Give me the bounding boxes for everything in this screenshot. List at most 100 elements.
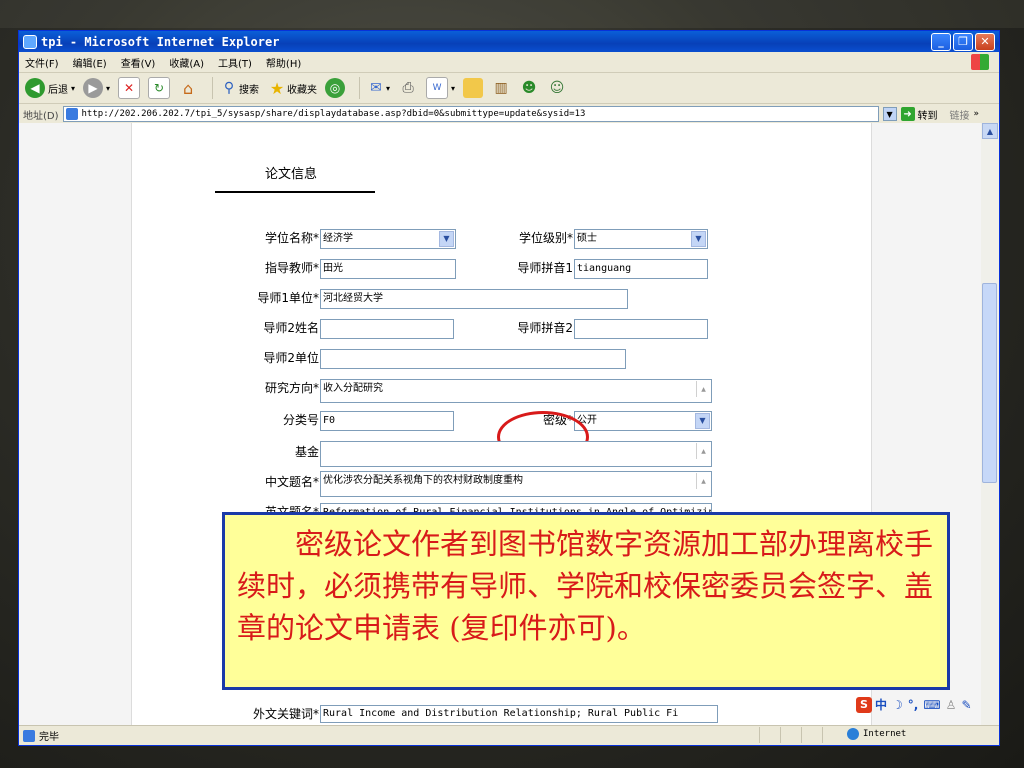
media-button[interactable]: ◎ <box>325 78 346 98</box>
close-button[interactable]: ✕ <box>975 32 995 51</box>
contacts-button[interactable]: ☺ <box>547 78 567 98</box>
status-cell <box>780 727 801 743</box>
page-icon <box>65 108 78 120</box>
links-button[interactable]: 链接 <box>950 107 970 122</box>
sogou-s-icon[interactable]: S <box>856 696 872 713</box>
contacts-icon: ☺ <box>549 80 565 96</box>
status-cell <box>759 727 780 743</box>
chevron-down-icon[interactable]: ▼ <box>695 413 710 429</box>
menu-help[interactable]: 帮助(H) <box>266 55 301 70</box>
ime-lang-toggle[interactable]: 中 <box>875 696 887 713</box>
menu-tools[interactable]: 工具(T) <box>218 55 252 70</box>
vertical-scrollbar[interactable]: ▲ <box>981 123 999 726</box>
go-button[interactable]: ➜ 转到 <box>900 107 938 122</box>
title-underline <box>215 191 375 193</box>
cn-title-label: 中文题名* <box>264 475 319 489</box>
textarea-scrollbar[interactable]: ▲▼ <box>696 443 710 459</box>
menu-favorites[interactable]: 收藏(A) <box>169 55 204 70</box>
status-bar: 完毕 Internet <box>19 725 999 745</box>
toolbar-separator <box>212 77 214 99</box>
class-label: 分类号 <box>282 413 319 427</box>
moon-icon[interactable]: ☽ <box>892 698 903 712</box>
edit-button[interactable]: W ▾ <box>426 77 455 99</box>
degree-name-select[interactable]: 经济学 ▼ <box>320 229 456 249</box>
minimize-button[interactable]: _ <box>931 32 951 51</box>
research-label: 研究方向* <box>264 381 319 395</box>
degree-level-select[interactable]: 硕士 ▼ <box>574 229 708 249</box>
advisor1-unit-input[interactable]: 河北经贸大学 <box>320 289 628 309</box>
advisor2-name-label: 导师2姓名 <box>263 321 319 335</box>
back-button[interactable]: ◀ 后退 ▾ <box>25 78 75 98</box>
research-button[interactable]: ▥ <box>491 78 511 98</box>
mail-button[interactable]: ✉ ▾ <box>366 78 390 98</box>
textarea-scrollbar[interactable]: ▲▼ <box>696 381 710 397</box>
textarea-scrollbar[interactable]: ▲▼ <box>696 473 710 489</box>
advisor-pinyin1-label: 导师拼音1 <box>517 261 573 275</box>
advisor2-name-input[interactable] <box>320 319 454 339</box>
toolbar-separator <box>359 77 361 99</box>
title-bar: tpi - Microsoft Internet Explorer _ ❐ ✕ <box>19 31 999 52</box>
refresh-button[interactable]: ↻ <box>148 77 171 99</box>
address-input[interactable]: http://202.206.202.7/tpi_5/sysasp/share/… <box>62 106 879 122</box>
address-dropdown-icon[interactable]: ▼ <box>882 107 897 121</box>
status-cells <box>759 727 843 744</box>
address-label: 地址(D) <box>23 110 59 122</box>
search-icon: ⚲ <box>223 80 235 96</box>
secret-level-select[interactable]: 公开 ▼ <box>574 411 712 431</box>
status-text: 完毕 <box>39 732 59 743</box>
cn-title-textarea[interactable]: 优化涉农分配关系视角下的农村财政制度重构 ▲▼ <box>320 471 712 497</box>
research-textarea[interactable]: 收入分配研究 ▲▼ <box>320 379 712 403</box>
ime-toolbar: S 中 ☽ °, ⌨ ♙ ✎ <box>856 696 977 713</box>
left-margin <box>19 123 132 726</box>
class-input[interactable]: F0 <box>320 411 454 431</box>
chevron-down-icon[interactable]: ▼ <box>439 231 454 247</box>
page-done-icon <box>23 729 35 742</box>
go-label: 转到 <box>917 110 938 122</box>
keyboard-icon[interactable]: ⌨ <box>923 698 940 712</box>
punctuation-icon[interactable]: °, <box>908 698 919 712</box>
chevron-down-icon[interactable]: ▼ <box>691 231 706 247</box>
search-button[interactable]: ⚲ 搜索 <box>219 78 259 98</box>
menu-edit[interactable]: 编辑(E) <box>73 55 107 70</box>
folder-button[interactable] <box>463 78 484 98</box>
scroll-up-icon[interactable]: ▲ <box>982 123 998 139</box>
forward-dropdown-icon[interactable]: ▾ <box>106 84 110 93</box>
en-keywords-input[interactable]: Rural Income and Distribution Relationsh… <box>320 705 718 723</box>
media-icon: ◎ <box>325 78 346 98</box>
status-cell <box>801 727 822 743</box>
messenger-icon: ☻ <box>521 80 537 96</box>
fund-textarea[interactable]: ▲▼ <box>320 441 712 467</box>
menu-file[interactable]: 文件(F) <box>25 55 59 70</box>
print-button[interactable]: ⎙ <box>398 78 418 98</box>
mail-dropdown-icon[interactable]: ▾ <box>386 84 390 93</box>
favorites-button[interactable]: ★ 收藏夹 <box>267 78 317 98</box>
favorites-star-icon: ★ <box>269 78 285 98</box>
desktop-top-strip <box>0 0 1024 28</box>
menu-view[interactable]: 查看(V) <box>121 55 156 70</box>
globe-icon <box>847 728 859 740</box>
degree-name-value: 经济学 <box>323 233 353 244</box>
status-cell <box>822 727 843 743</box>
back-dropdown-icon[interactable]: ▾ <box>71 84 75 93</box>
messenger-button[interactable]: ☻ <box>519 78 539 98</box>
user-icon[interactable]: ♙ <box>946 698 957 712</box>
forward-button[interactable]: ▶ ▾ <box>83 78 110 98</box>
advisor2-unit-label: 导师2单位 <box>263 351 319 365</box>
forward-arrow-icon: ▶ <box>83 78 104 98</box>
mail-icon: ✉ <box>370 80 382 96</box>
tool-icon[interactable]: ✎ <box>961 698 971 712</box>
advisor-input[interactable]: 田光 <box>320 259 456 279</box>
edit-dropdown-icon[interactable]: ▾ <box>451 84 455 93</box>
advisor2-unit-input[interactable] <box>320 349 626 369</box>
links-chevron-icon[interactable]: » <box>974 109 980 119</box>
security-zone: Internet <box>847 728 906 740</box>
cn-title-value: 优化涉农分配关系视角下的农村财政制度重构 <box>323 475 523 486</box>
scroll-thumb[interactable] <box>982 283 997 483</box>
home-button[interactable]: ⌂ <box>178 78 198 98</box>
maximize-button[interactable]: ❐ <box>953 32 973 51</box>
form-title: 论文信息 <box>265 167 318 182</box>
windows-logo-icon <box>971 54 989 70</box>
advisor-pinyin2-input[interactable] <box>574 319 708 339</box>
stop-button[interactable]: ✕ <box>118 77 141 99</box>
advisor-pinyin1-input[interactable]: tianguang <box>574 259 708 279</box>
